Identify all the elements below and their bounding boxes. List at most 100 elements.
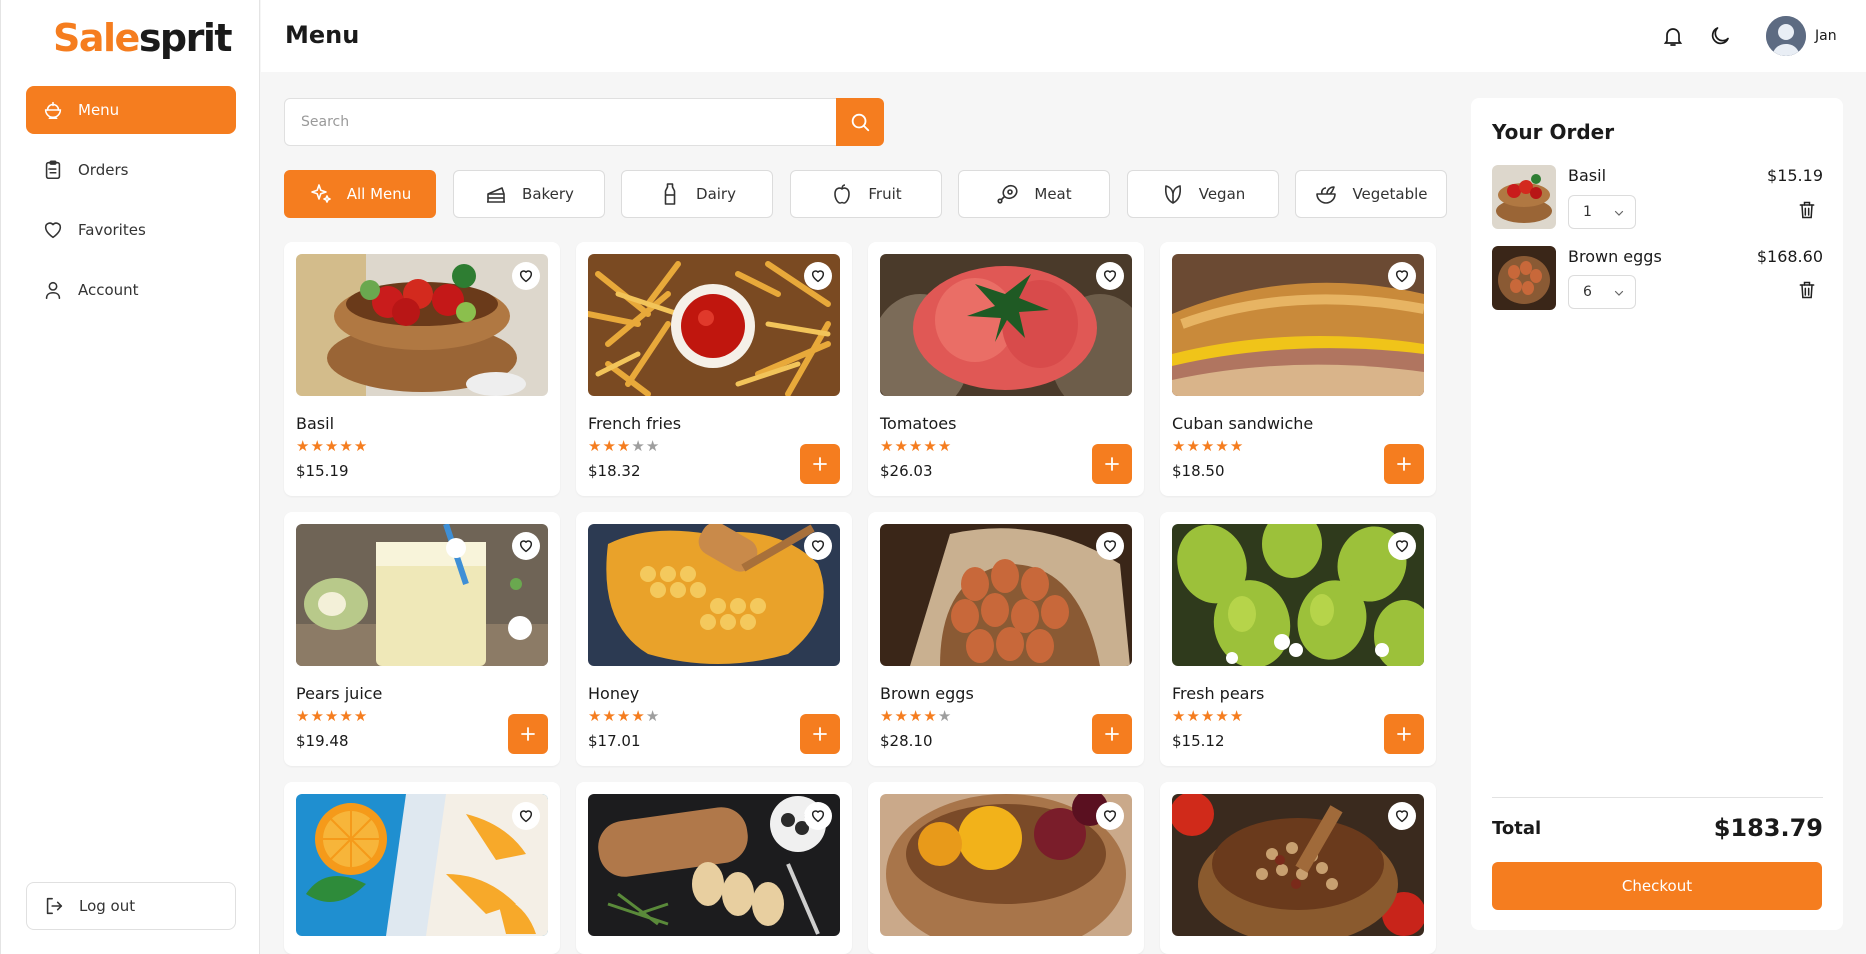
quantity-value: 6: [1583, 284, 1592, 300]
salad-bowl-icon: [1316, 186, 1337, 204]
star-icon: ★: [588, 707, 602, 725]
favorite-button[interactable]: [1388, 532, 1416, 560]
filter-all-menu[interactable]: All Menu: [284, 170, 436, 218]
product-card[interactable]: [868, 782, 1144, 954]
sidebar-item-label: Menu: [78, 101, 120, 119]
plus-icon: [813, 457, 827, 471]
favorite-button[interactable]: [804, 802, 832, 830]
total-label: Total: [1492, 818, 1542, 839]
checkout-button[interactable]: Checkout: [1492, 862, 1822, 910]
favorite-button[interactable]: [512, 262, 540, 290]
rating-stars: ★ ★ ★ ★ ★: [588, 439, 659, 454]
logout-icon: [46, 897, 63, 915]
add-to-cart-button[interactable]: [508, 714, 548, 754]
star-icon: ★: [631, 437, 645, 455]
product-card[interactable]: Fresh pears ★ ★ ★ ★ ★ $15.12: [1160, 512, 1436, 766]
cake-icon: [487, 187, 506, 203]
favorite-button[interactable]: [1096, 802, 1124, 830]
star-icon: ★: [310, 437, 324, 455]
product-card[interactable]: Honey ★ ★ ★ ★ ★ $17.01: [576, 512, 852, 766]
product-card[interactable]: Tomatoes ★ ★ ★ ★ ★ $26.03: [868, 242, 1144, 496]
user-icon: [45, 281, 61, 300]
filter-vegetable[interactable]: Vegetable: [1295, 170, 1447, 218]
quantity-select[interactable]: 6: [1568, 275, 1636, 309]
heart-icon: [1103, 540, 1117, 553]
order-item-price: $15.19: [1767, 166, 1823, 185]
filter-vegan[interactable]: Vegan: [1127, 170, 1279, 218]
add-to-cart-button[interactable]: [1092, 714, 1132, 754]
sidebar-item-favorites[interactable]: Favorites: [26, 206, 236, 254]
product-name: Cuban sandwiche: [1172, 414, 1314, 433]
moon-icon[interactable]: [1708, 24, 1732, 48]
product-card[interactable]: Basil ★ ★ ★ ★ ★ $15.19: [284, 242, 560, 496]
product-card[interactable]: [576, 782, 852, 954]
favorite-button[interactable]: [804, 262, 832, 290]
sidebar-item-menu[interactable]: Menu: [26, 86, 236, 134]
heart-icon: [519, 270, 533, 283]
order-item-name: Brown eggs: [1568, 247, 1662, 266]
heart-icon: [1395, 540, 1409, 553]
star-icon: ★: [1215, 707, 1229, 725]
filter-meat[interactable]: Meat: [958, 170, 1110, 218]
favorite-button[interactable]: [1388, 262, 1416, 290]
product-card[interactable]: [1160, 782, 1436, 954]
product-card[interactable]: [284, 782, 560, 954]
favorite-button[interactable]: [1096, 532, 1124, 560]
avatar[interactable]: [1766, 16, 1806, 56]
star-icon: ★: [616, 437, 631, 455]
star-icon: ★: [324, 707, 339, 725]
sidebar-item-account[interactable]: Account: [26, 266, 236, 314]
star-icon: ★: [1229, 437, 1244, 455]
trash-icon[interactable]: [1797, 200, 1817, 220]
favorite-button[interactable]: [804, 532, 832, 560]
page-title: Menu: [285, 21, 360, 49]
quantity-select[interactable]: 1: [1568, 195, 1636, 229]
logout-label: Log out: [79, 897, 136, 915]
product-card[interactable]: Cuban sandwiche ★ ★ ★ ★ ★ $18.50: [1160, 242, 1436, 496]
order-title: Your Order: [1492, 120, 1615, 144]
product-name: Tomatoes: [880, 414, 957, 433]
search-input[interactable]: [284, 98, 837, 146]
product-card[interactable]: Brown eggs ★ ★ ★ ★ ★ $28.10: [868, 512, 1144, 766]
favorite-button[interactable]: [512, 802, 540, 830]
filter-label: Bakery: [522, 185, 574, 203]
add-to-cart-button[interactable]: [1384, 444, 1424, 484]
product-card[interactable]: Pears juice ★ ★ ★ ★ ★ $19.48: [284, 512, 560, 766]
sidebar-item-label: Favorites: [78, 221, 146, 239]
avatar-image: [1766, 16, 1806, 56]
star-icon: ★: [880, 707, 894, 725]
favorite-button[interactable]: [1096, 262, 1124, 290]
product-card[interactable]: French fries ★ ★ ★ ★ ★ $18.32: [576, 242, 852, 496]
add-to-cart-button[interactable]: [800, 714, 840, 754]
filter-dairy[interactable]: Dairy: [621, 170, 773, 218]
bell-icon[interactable]: [1661, 24, 1685, 48]
plus-icon: [1105, 727, 1119, 741]
filter-fruit[interactable]: Fruit: [790, 170, 942, 218]
brand-logo[interactable]: Salesprit: [53, 16, 233, 60]
filter-bakery[interactable]: Bakery: [453, 170, 605, 218]
favorite-button[interactable]: [1388, 802, 1416, 830]
clipboard-icon: [45, 160, 61, 180]
product-price: $15.19: [296, 462, 349, 480]
logout-button[interactable]: Log out: [26, 882, 236, 930]
add-to-cart-button[interactable]: [1092, 444, 1132, 484]
star-icon: ★: [353, 437, 368, 455]
heart-icon: [44, 222, 62, 239]
star-icon: ★: [602, 707, 616, 725]
sidebar-item-orders[interactable]: Orders: [26, 146, 236, 194]
product-price: $17.01: [588, 732, 641, 750]
add-to-cart-button[interactable]: [800, 444, 840, 484]
star-icon: ★: [908, 437, 923, 455]
add-to-cart-button[interactable]: [1384, 714, 1424, 754]
favorite-button[interactable]: [512, 532, 540, 560]
plus-icon: [1397, 457, 1411, 471]
divider: [1492, 797, 1823, 798]
plus-icon: [1105, 457, 1119, 471]
filter-label: Vegetable: [1352, 185, 1428, 203]
product-price: $18.32: [588, 462, 641, 480]
plus-icon: [813, 727, 827, 741]
trash-icon[interactable]: [1797, 280, 1817, 300]
search-button[interactable]: [836, 98, 884, 146]
order-item-price: $168.60: [1756, 247, 1823, 266]
product-image: [588, 254, 840, 396]
